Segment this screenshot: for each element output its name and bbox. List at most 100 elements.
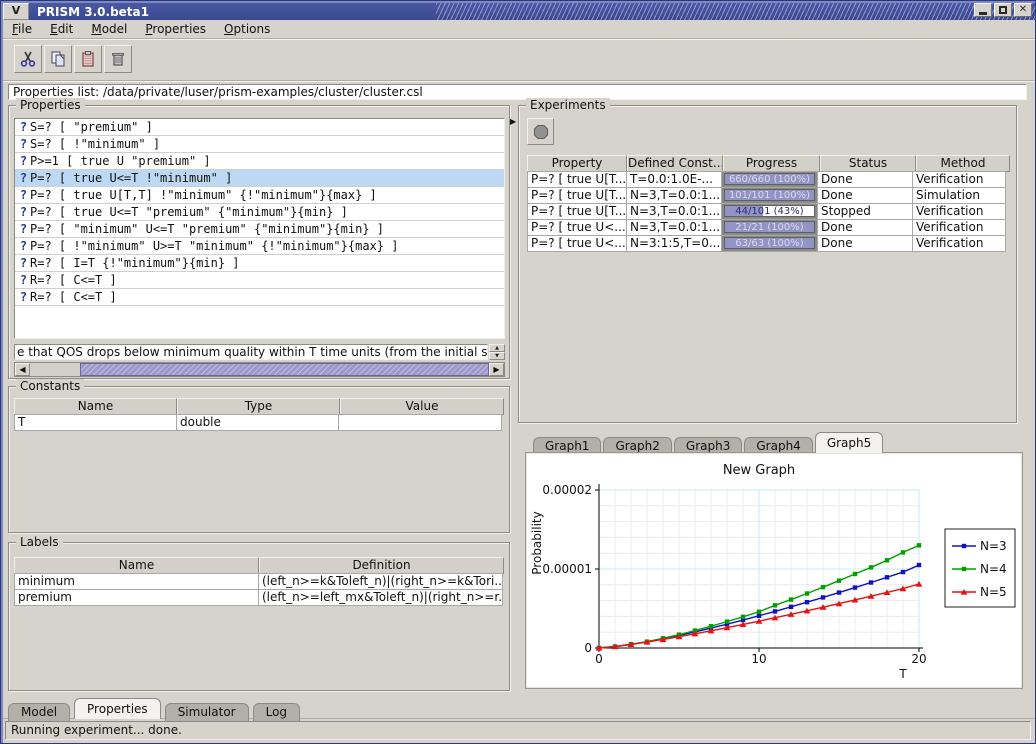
window-menu-icon[interactable]: V	[3, 3, 29, 20]
property-row[interactable]: ?P>=1 [ true U "premium" ]	[15, 153, 504, 170]
data-point-marker	[821, 585, 825, 589]
x-tick-label: 0	[595, 652, 603, 666]
progress-text: 44/101 (43%)	[725, 206, 814, 216]
paste-button[interactable]	[74, 45, 102, 73]
progress-text: 101/101 (100%)	[725, 190, 814, 200]
tab-log[interactable]: Log	[253, 703, 300, 721]
property-row[interactable]: ?R=? [ I=T {!"minimum"}{min} ]	[15, 255, 504, 272]
constants-group-title: Constants	[16, 379, 84, 393]
property-comment-field[interactable]: e that QOS drops below minimum quality w…	[14, 344, 488, 360]
tab-graph5[interactable]: Graph5	[815, 432, 883, 453]
table-row[interactable]: minimum(left_n>=k&Toleft_n)|(right_n>=k&…	[14, 574, 504, 590]
table-row[interactable]: P=? [ true U[T...N=3,T=0.0:1...101/101 (…	[527, 188, 1010, 204]
column-header-name[interactable]: Name	[14, 557, 259, 574]
tab-properties[interactable]: Properties	[74, 698, 161, 719]
clipboard-icon	[79, 50, 97, 68]
property-row[interactable]: ?P=? [ !"minimum" U>=T "minimum" {!"mini…	[15, 238, 504, 255]
table-row[interactable]: P=? [ true U<...N=3,T=0.0:1...21/21 (100…	[527, 220, 1010, 236]
data-point-marker	[917, 543, 921, 547]
scrollbar-thumb[interactable]	[80, 363, 489, 376]
menu-edit[interactable]: Edit	[41, 20, 82, 36]
question-mark-icon: ?	[17, 221, 30, 237]
menu-options[interactable]: Options	[215, 20, 279, 36]
horizontal-splitter[interactable]	[518, 424, 1023, 432]
cut-button[interactable]	[14, 45, 42, 73]
property-row[interactable]: ?P=? [ true U[T,T] !"minimum" {!"minimum…	[15, 187, 504, 204]
column-header-status[interactable]: Status	[820, 155, 916, 172]
scissors-icon	[19, 50, 37, 68]
question-mark-icon: ?	[17, 238, 30, 254]
property-row[interactable]: ?R=? [ C<=T ]	[15, 289, 504, 306]
properties-list-path[interactable]: Properties list: /data/private/luser/pri…	[8, 84, 1027, 100]
column-header-type[interactable]: Type	[177, 398, 340, 415]
menu-bar: FileEditModelPropertiesOptions	[3, 20, 1035, 39]
table-cell: (left_n>=k&Toleft_n)|(right_n>=k&Tori...	[258, 573, 503, 590]
property-row[interactable]: ?P=? [ "minimum" U<=T "premium" {"minimu…	[15, 221, 504, 238]
delete-button[interactable]	[104, 45, 132, 73]
table-cell: Done	[817, 171, 913, 188]
column-header-property[interactable]: Property	[527, 155, 627, 172]
spinner-up-button[interactable]: ▲	[489, 344, 505, 352]
minimize-button[interactable]	[974, 3, 992, 17]
column-header-name[interactable]: Name	[14, 398, 177, 415]
menu-file[interactable]: File	[3, 20, 41, 36]
progress-bar: 63/63 (100%)	[724, 237, 815, 249]
prism-window: PRISM 3.0.beta1 V ✕ FileEditModelPropert…	[0, 0, 1036, 744]
bottom-tab-bar: ModelPropertiesSimulatorLog	[3, 698, 1035, 719]
close-button[interactable]: ✕	[1014, 3, 1032, 17]
table-row[interactable]: premium(left_n>=left_mx&Toleft_n)|(right…	[14, 590, 504, 606]
table-header-row: NameTypeValue	[14, 398, 504, 415]
data-point-marker	[917, 563, 921, 567]
menu-properties[interactable]: Properties	[136, 20, 215, 36]
property-row[interactable]: ?S=? [ "premium" ]	[15, 119, 504, 136]
tab-model[interactable]: Model	[8, 703, 70, 721]
data-point-marker	[805, 591, 809, 595]
close-icon: ✕	[1019, 5, 1027, 15]
progress-cell: 44/101 (43%)	[721, 203, 818, 220]
scrollbar-track[interactable]	[30, 363, 80, 376]
column-header-method[interactable]: Method	[916, 155, 1010, 172]
column-header-progress[interactable]: Progress	[723, 155, 820, 172]
column-header-definition[interactable]: Definition	[259, 557, 504, 574]
table-row[interactable]: P=? [ true U[T...T=0.0:1.0E-...660/660 (…	[527, 172, 1010, 188]
status-bar: Running experiment... done.	[5, 721, 1031, 740]
data-point-marker	[709, 624, 713, 628]
data-point-marker	[962, 544, 966, 548]
table-cell: Done	[817, 235, 913, 252]
stop-octagon-icon	[533, 124, 549, 140]
column-header-value[interactable]: Value	[340, 398, 504, 415]
table-cell: double	[176, 414, 339, 431]
minimize-icon	[979, 12, 987, 15]
copy-button[interactable]	[44, 45, 72, 73]
progress-cell: 660/660 (100%)	[721, 171, 818, 188]
table-cell: Stopped	[817, 203, 913, 220]
vertical-splitter[interactable]: ▶	[510, 105, 517, 691]
y-tick-label: 0.00002	[542, 483, 592, 497]
properties-list[interactable]: ?S=? [ "premium" ]?S=? [ !"minimum" ]?P>…	[14, 118, 505, 339]
spinner-down-button[interactable]: ▼	[489, 352, 505, 360]
properties-horizontal-scrollbar[interactable]: ◀ ▶	[14, 362, 505, 377]
maximize-button[interactable]	[994, 3, 1012, 17]
splitter-collapse-icon[interactable]: ▶	[510, 117, 516, 126]
scroll-left-arrow[interactable]: ◀	[15, 363, 30, 376]
property-row[interactable]: ?S=? [ !"minimum" ]	[15, 136, 504, 153]
property-text: P=? [ "minimum" U<=T "premium" {"minimum…	[30, 222, 384, 236]
y-tick-label: 0.00001	[542, 562, 592, 576]
property-row[interactable]: ?P=? [ true U<=T "premium" {"minimum"}{m…	[15, 204, 504, 221]
stop-experiment-button[interactable]	[527, 118, 554, 145]
menu-model[interactable]: Model	[82, 20, 136, 36]
table-row[interactable]: P=? [ true U<...N=3:1:5,T=0...63/63 (100…	[527, 236, 1010, 252]
table-cell: Simulation	[912, 187, 1006, 204]
tab-simulator[interactable]: Simulator	[165, 703, 249, 721]
property-row[interactable]: ?R=? [ C<=T ]	[15, 272, 504, 289]
title-bar[interactable]: PRISM 3.0.beta1	[3, 3, 1035, 20]
table-cell: premium	[14, 589, 259, 606]
column-header-defined-const-[interactable]: Defined Const...	[627, 155, 723, 172]
x-tick-label: 10	[751, 652, 766, 666]
constants-table: NameTypeValueTdouble	[14, 398, 504, 431]
property-row[interactable]: ?P=? [ true U<=T !"minimum" ]	[15, 170, 504, 187]
table-row[interactable]: P=? [ true U[T...N=3,T=0.0:1...44/101 (4…	[527, 204, 1010, 220]
legend-label: N=4	[980, 562, 1007, 576]
table-row[interactable]: Tdouble	[14, 415, 504, 431]
scroll-right-arrow[interactable]: ▶	[489, 363, 504, 376]
